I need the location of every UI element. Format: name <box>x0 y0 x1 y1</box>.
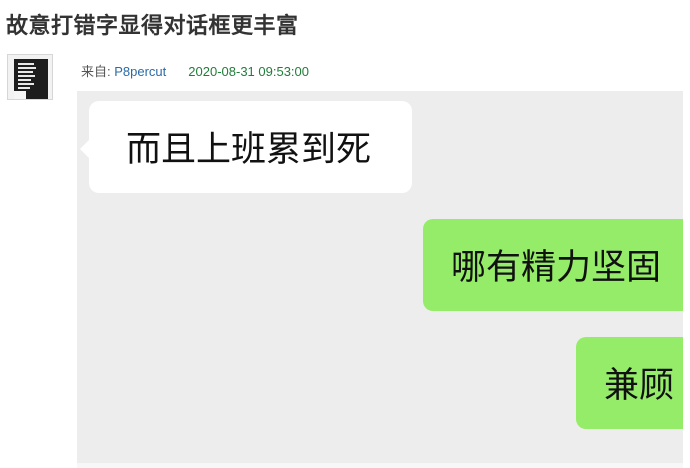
message-text: 兼顾 <box>604 366 675 406</box>
outgoing-message-bubble: 兼顾 <box>576 337 683 429</box>
chat-screenshot: 而且上班累到死 哪有精力坚固 兼顾 <box>77 91 683 463</box>
avatar-text-line <box>18 83 34 85</box>
incoming-message-bubble: 而且上班累到死 <box>80 101 412 193</box>
post-timestamp: 2020-08-31 09:53:00 <box>188 64 309 79</box>
message-text: 哪有精力坚固 <box>451 248 662 288</box>
avatar-text-line <box>18 63 34 65</box>
post-meta: 来自: P8percut 2020-08-31 09:53:00 <box>81 61 309 80</box>
avatar-text-line <box>18 75 35 77</box>
author-link[interactable]: P8percut <box>114 64 166 79</box>
avatar-image <box>14 59 48 99</box>
avatar-text-line <box>18 87 30 89</box>
author-avatar[interactable] <box>7 54 53 100</box>
outgoing-message-bubble: 哪有精力坚固 <box>423 219 683 311</box>
avatar-text-line <box>18 71 33 73</box>
image-bottom-edge <box>77 463 683 468</box>
meta-prefix: 来自: <box>81 64 115 79</box>
post-title: 故意打错字显得对话框更丰富 <box>6 14 299 39</box>
message-text: 而且上班累到死 <box>126 130 372 170</box>
avatar-decoration <box>14 91 26 99</box>
avatar-text-line <box>18 79 31 81</box>
avatar-text-line <box>18 67 36 69</box>
